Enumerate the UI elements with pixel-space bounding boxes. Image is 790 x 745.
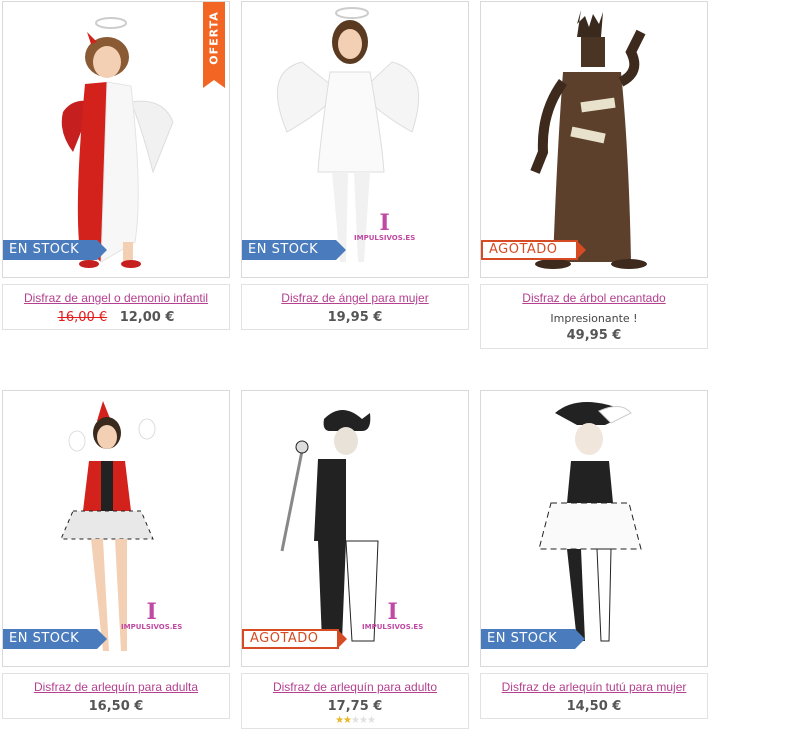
out-of-stock-badge: AGOTADO bbox=[242, 629, 347, 649]
product-info: Disfraz de árbol encantado Impresionante… bbox=[480, 284, 708, 349]
product-info: Disfraz de arlequín tutú para mujer 14,5… bbox=[480, 673, 708, 719]
stock-badge: EN STOCK bbox=[242, 240, 347, 260]
rating-stars: ★★★★★ bbox=[242, 716, 468, 726]
product-info: Disfraz de arlequín para adulto 17,75 € … bbox=[241, 673, 469, 729]
product-name-link[interactable]: Disfraz de árbol encantado bbox=[481, 291, 707, 305]
product-name-link[interactable]: Disfraz de angel o demonio infantil bbox=[3, 291, 229, 305]
watermark: I IMPULSIVOS.ES bbox=[354, 210, 416, 242]
out-of-stock-badge: AGOTADO bbox=[481, 240, 586, 260]
product-image bbox=[530, 10, 647, 269]
product-image bbox=[280, 410, 379, 642]
price: 12,00 € bbox=[119, 310, 175, 325]
product-name-link[interactable]: Disfraz de arlequín para adulta bbox=[3, 680, 229, 694]
product-image-link[interactable]: I IMPULSIVOS.ES EN STOCK bbox=[241, 1, 469, 278]
stock-badge: EN STOCK bbox=[3, 629, 108, 649]
product-image bbox=[61, 17, 174, 268]
product-info: Disfraz de ángel para mujer 19,95 € bbox=[241, 284, 469, 330]
star-icon: ★ bbox=[366, 715, 376, 726]
price-line: 16,00 € 12,00 € bbox=[3, 310, 229, 325]
product-image-link[interactable]: I IMPULSIVOS.ES EN STOCK bbox=[2, 390, 230, 667]
star-icon: ★ bbox=[335, 715, 344, 726]
product-name-link[interactable]: Disfraz de arlequín tutú para mujer bbox=[481, 680, 707, 694]
offer-ribbon: OFERTA bbox=[203, 2, 225, 88]
product-info: Disfraz de arlequín para adulta 16,50 € bbox=[2, 673, 230, 719]
product-name-link[interactable]: Disfraz de ángel para mujer bbox=[242, 291, 468, 305]
product-image-link[interactable]: AGOTADO bbox=[480, 1, 708, 278]
product-info: Disfraz de angel o demonio infantil 16,0… bbox=[2, 284, 230, 330]
watermark: I IMPULSIVOS.ES bbox=[362, 599, 424, 631]
product-image bbox=[538, 402, 642, 642]
stock-badge: EN STOCK bbox=[481, 629, 586, 649]
product-image bbox=[60, 401, 156, 651]
product-name-link[interactable]: Disfraz de arlequín para adulto bbox=[242, 680, 468, 694]
star-icon: ★ bbox=[358, 715, 368, 726]
product-image-link[interactable]: OFERTA EN STOCK bbox=[2, 1, 230, 278]
old-price: 16,00 € bbox=[57, 310, 108, 325]
product-image-link[interactable]: EN STOCK bbox=[480, 390, 708, 667]
watermark: I IMPULSIVOS.ES bbox=[121, 599, 183, 631]
star-icon: ★ bbox=[351, 715, 360, 726]
price: 16,50 € bbox=[88, 699, 144, 714]
price: 19,95 € bbox=[327, 310, 383, 325]
product-image-link[interactable]: I IMPULSIVOS.ES AGOTADO bbox=[241, 390, 469, 667]
price: 14,50 € bbox=[566, 699, 622, 714]
star-icon: ★ bbox=[343, 715, 352, 726]
price: 17,75 € bbox=[327, 699, 383, 714]
stock-badge: EN STOCK bbox=[3, 240, 108, 260]
product-description: Impresionante ! bbox=[550, 312, 638, 325]
price: 49,95 € bbox=[566, 328, 622, 343]
